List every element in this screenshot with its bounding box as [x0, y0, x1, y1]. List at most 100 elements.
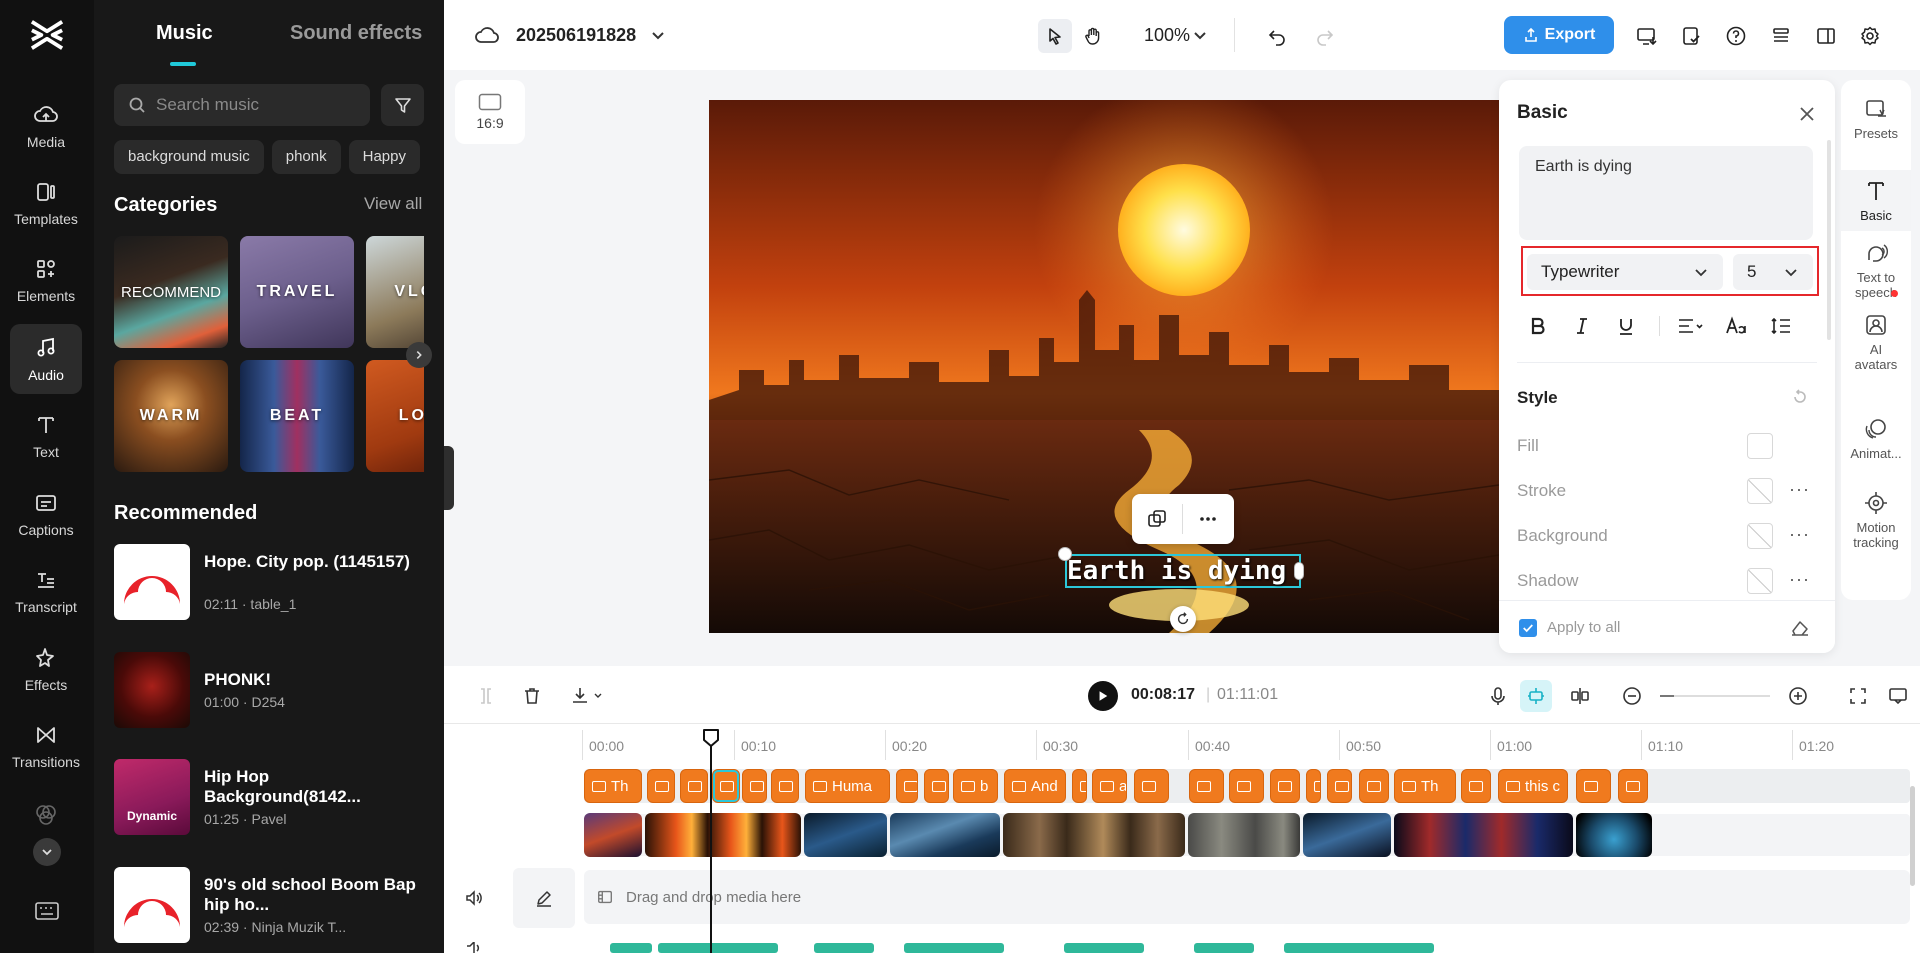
rail-animation[interactable]: Animat... [1841, 416, 1911, 461]
video-clip[interactable] [890, 813, 1000, 857]
video-clip[interactable] [804, 813, 887, 857]
text-clip[interactable] [771, 769, 799, 803]
media-drop-zone[interactable]: Drag and drop media here [584, 870, 1910, 924]
rail-media[interactable]: Media [10, 91, 82, 161]
split-button[interactable] [1566, 682, 1594, 710]
rail-expand-button[interactable] [33, 838, 61, 866]
rail-presets[interactable]: Presets [1841, 96, 1911, 141]
category-beat[interactable]: BEAT [240, 360, 354, 472]
play-button[interactable] [1088, 681, 1118, 711]
tab-sound-effects[interactable]: Sound effects [290, 22, 422, 45]
layout-button[interactable] [1809, 19, 1843, 53]
rail-transitions[interactable]: Transitions [10, 711, 82, 781]
text-clip[interactable] [647, 769, 675, 803]
split-disabled-button[interactable] [472, 682, 500, 710]
text-clip[interactable] [1461, 769, 1491, 803]
cloud-sync-icon[interactable] [474, 23, 500, 47]
text-clip[interactable]: this c [1498, 769, 1568, 803]
background-swatch[interactable] [1747, 523, 1773, 549]
list-item[interactable]: 90's old school Boom Bap hip ho... 02:39… [114, 867, 434, 945]
line-spacing-button[interactable] [1762, 308, 1800, 344]
aspect-ratio-button[interactable]: 16:9 [455, 80, 525, 144]
text-content-field[interactable]: Earth is dying [1519, 146, 1813, 240]
video-clip[interactable] [584, 813, 642, 857]
chip-background-music[interactable]: background music [114, 140, 264, 174]
category-lofi[interactable]: LOFI [366, 360, 424, 472]
capcut-logo-icon[interactable] [28, 18, 66, 52]
rail-elements[interactable]: Elements [10, 245, 82, 315]
zoom-slider-fill[interactable] [1660, 695, 1674, 697]
more-options-icon[interactable]: ··· [1789, 569, 1810, 590]
rail-motion-tracking[interactable]: Motion tracking [1841, 490, 1911, 550]
more-options-button[interactable] [1183, 494, 1233, 544]
fill-swatch[interactable] [1747, 433, 1773, 459]
text-clip[interactable] [742, 769, 767, 803]
style-row-fill[interactable]: Fill [1517, 430, 1817, 462]
style-row-background[interactable]: Background ··· [1517, 520, 1817, 552]
rail-audio[interactable]: Audio [10, 324, 82, 394]
audio-track[interactable] [584, 938, 1910, 953]
zoom-in-button[interactable] [1784, 682, 1812, 710]
track-volume-icon[interactable] [464, 888, 484, 908]
edit-cover-button[interactable] [513, 868, 575, 928]
categories-next-button[interactable] [406, 342, 432, 368]
text-clip[interactable] [1618, 769, 1648, 803]
tab-music[interactable]: Music [156, 22, 213, 45]
shadow-swatch[interactable] [1747, 568, 1773, 594]
rail-ai-avatars[interactable]: AI avatars [1841, 312, 1911, 372]
rail-text-to-speech[interactable]: Text to speech [1841, 240, 1911, 300]
timeline-scrollbar[interactable] [1910, 786, 1915, 886]
list-item[interactable]: PHONK! 01:00 · D254 [114, 652, 434, 730]
zoom-out-button[interactable] [1618, 682, 1646, 710]
chip-happy[interactable]: Happy [348, 140, 420, 174]
undo-button[interactable] [1260, 19, 1294, 53]
filters-icon[interactable] [31, 800, 61, 830]
text-clip[interactable] [1229, 769, 1264, 803]
italic-button[interactable] [1563, 308, 1601, 344]
chip-phonk[interactable]: phonk [271, 140, 341, 174]
rail-effects[interactable]: Effects [10, 634, 82, 704]
rotate-handle[interactable] [1170, 606, 1196, 632]
review-button[interactable] [1674, 19, 1708, 53]
text-clip[interactable] [1134, 769, 1169, 803]
video-clip[interactable] [1394, 813, 1573, 857]
text-clip[interactable]: Huma [805, 769, 890, 803]
text-clip[interactable]: b [953, 769, 998, 803]
rail-basic[interactable]: Basic [1841, 170, 1911, 231]
list-item[interactable]: Dynamic Hip Hop Background(8142... 01:25… [114, 759, 434, 837]
select-tool-button[interactable] [1038, 19, 1072, 53]
project-menu-chevron-icon[interactable] [650, 27, 666, 43]
rail-text[interactable]: Text [10, 401, 82, 471]
panel-collapse-handle[interactable] [444, 446, 454, 510]
download-button[interactable] [566, 682, 610, 710]
delete-button[interactable] [518, 682, 546, 710]
apply-all-checkbox[interactable] [1519, 619, 1537, 637]
zoom-chevron-icon[interactable] [1192, 27, 1208, 43]
category-recommend[interactable]: RECOMMEND [114, 236, 228, 348]
present-button[interactable] [1630, 19, 1664, 53]
text-clip[interactable] [1576, 769, 1611, 803]
more-options-icon[interactable]: ··· [1789, 479, 1810, 500]
video-clip[interactable] [1576, 813, 1652, 857]
speed-select[interactable]: 5 [1733, 254, 1813, 290]
resize-handle[interactable] [1058, 547, 1072, 561]
animation-select[interactable]: Typewriter [1527, 254, 1723, 290]
text-clip[interactable] [1270, 769, 1300, 803]
redo-button[interactable] [1308, 19, 1342, 53]
bold-button[interactable] [1519, 308, 1557, 344]
search-input[interactable] [156, 95, 356, 115]
text-clip[interactable] [680, 769, 708, 803]
playhead-handle[interactable] [702, 728, 720, 748]
more-options-icon[interactable]: ··· [1789, 524, 1810, 545]
project-name[interactable]: 202506191828 [516, 25, 636, 46]
playhead-line[interactable] [710, 736, 712, 953]
rail-transcript[interactable]: Transcript [10, 556, 82, 626]
fullscreen-button[interactable] [1844, 682, 1872, 710]
category-warm[interactable]: WARM [114, 360, 228, 472]
magnet-snap-button[interactable] [1520, 680, 1552, 712]
panel-scrollbar[interactable] [1827, 140, 1831, 340]
comment-button[interactable] [1884, 682, 1912, 710]
text-clip[interactable] [896, 769, 918, 803]
hand-tool-button[interactable] [1076, 19, 1110, 53]
export-button[interactable]: Export [1504, 16, 1614, 54]
